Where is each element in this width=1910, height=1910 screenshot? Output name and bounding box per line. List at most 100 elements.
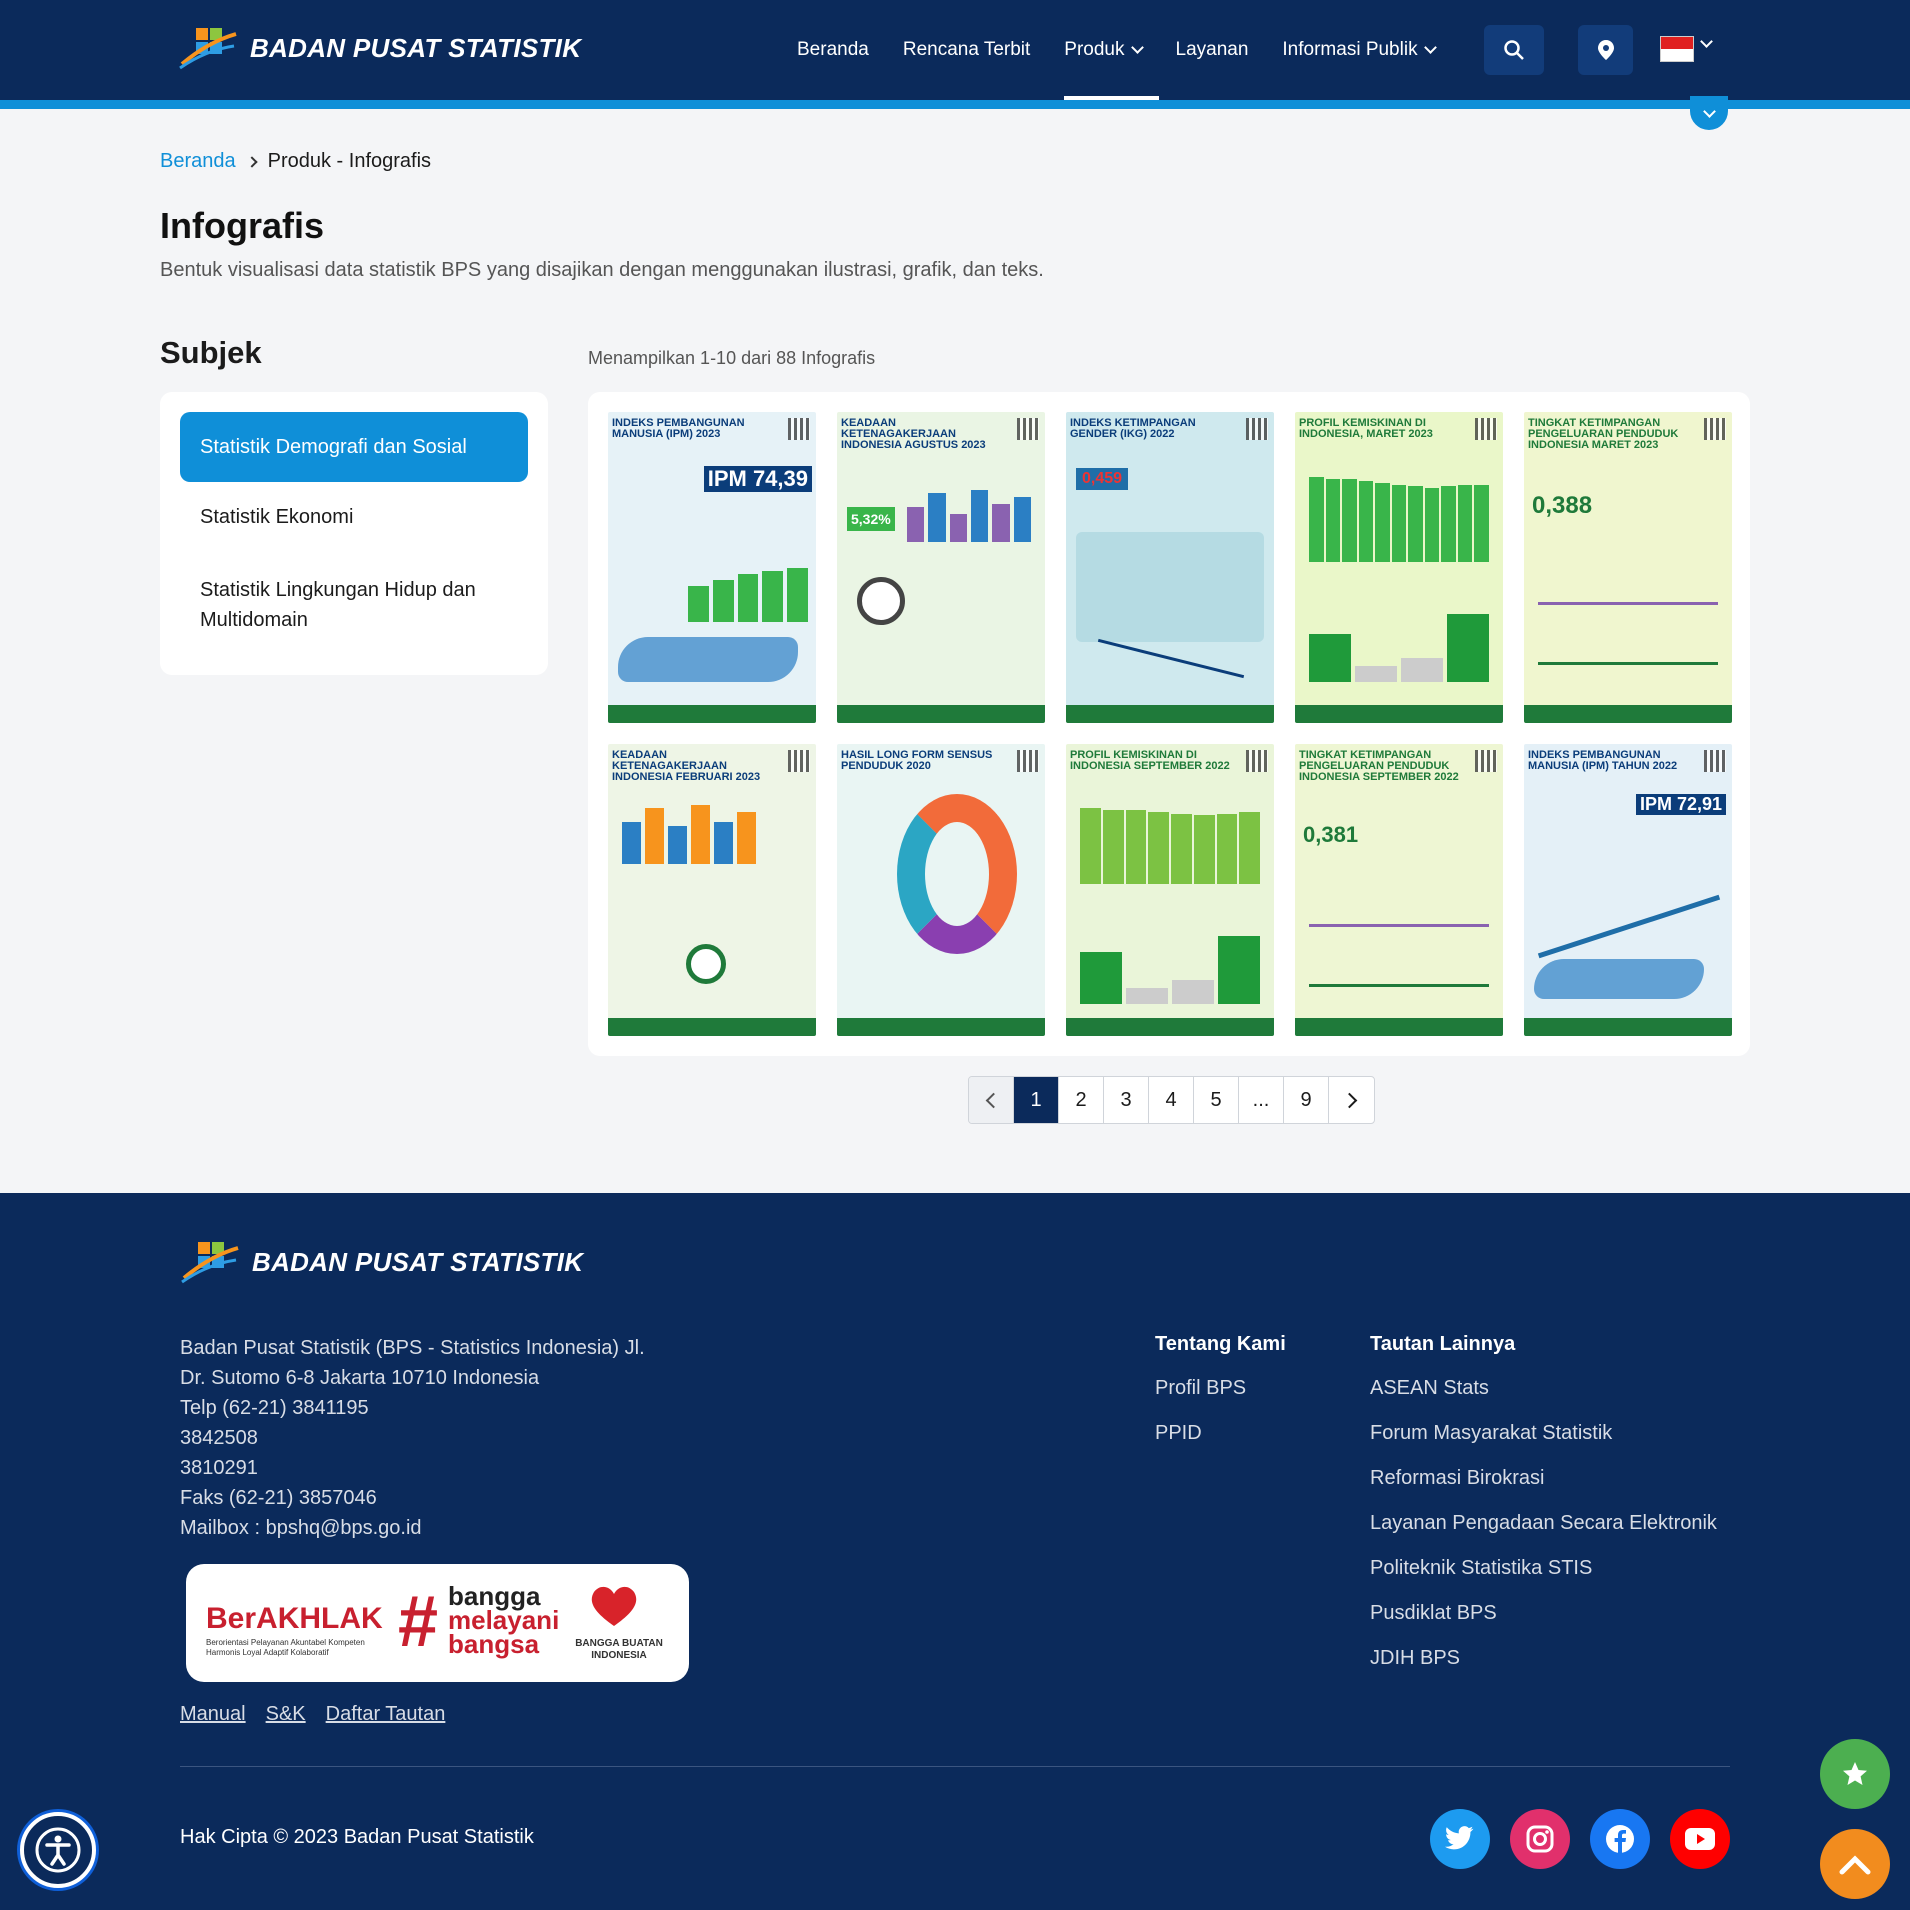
footer-link[interactable]: JDIH BPS: [1370, 1646, 1717, 1671]
scroll-to-top-button[interactable]: [1820, 1829, 1890, 1899]
footer-col-tautan: Tautan Lainnya ASEAN Stats Forum Masyara…: [1370, 1333, 1717, 1691]
infografis-bars: [1080, 804, 1260, 884]
infografis-card[interactable]: Profil Kemiskinan di Indonesia September…: [1066, 744, 1274, 1036]
footer-links: Manual S&K Daftar Tautan: [180, 1703, 445, 1726]
infografis-bars: [1309, 472, 1490, 562]
twitter-button[interactable]: [1430, 1809, 1490, 1869]
search-button[interactable]: [1484, 25, 1544, 75]
infografis-card[interactable]: Indeks Pembangunan Manusia (IPM) 2023 IP…: [608, 412, 816, 723]
search-icon: [1504, 40, 1524, 60]
pagination-page[interactable]: 3: [1104, 1077, 1149, 1123]
location-button[interactable]: [1578, 25, 1633, 75]
fax-line: Faks (62-21) 3857046: [180, 1487, 377, 1509]
instagram-button[interactable]: [1510, 1809, 1570, 1869]
breadcrumb-home-link[interactable]: Beranda: [160, 150, 236, 173]
subjek-item-ekonomi[interactable]: Statistik Ekonomi: [180, 506, 528, 529]
footer-link[interactable]: Pusdiklat BPS: [1370, 1601, 1717, 1626]
infografis-card[interactable]: Tingkat Ketimpangan Pengeluaran Penduduk…: [1295, 744, 1503, 1036]
subjek-label: Statistik Demografi dan Sosial: [200, 435, 467, 458]
infografis-bars: [622, 794, 756, 864]
berakhlak-badge: BerAKHLAK Berorientasi Pelayanan Akuntab…: [186, 1564, 689, 1682]
infografis-footer: [837, 705, 1045, 723]
map-shape: [1534, 959, 1704, 999]
pagination-page[interactable]: 5: [1194, 1077, 1239, 1123]
subjek-item-demografi-sosial[interactable]: Statistik Demografi dan Sosial: [180, 412, 528, 482]
footer-link[interactable]: ASEAN Stats: [1370, 1376, 1717, 1401]
clock-icon: [686, 944, 726, 984]
infografis-card[interactable]: Tingkat Ketimpangan Pengeluaran Penduduk…: [1524, 412, 1732, 723]
instagram-icon: [1526, 1825, 1554, 1853]
infografis-bars: [907, 472, 1031, 542]
accessibility-button[interactable]: [20, 1812, 96, 1888]
nav-label: Layanan: [1175, 39, 1249, 60]
language-chevron-down-icon[interactable]: [1700, 35, 1713, 48]
qr-code-icon: [1246, 418, 1268, 440]
footer-link-daftar-tautan[interactable]: Daftar Tautan: [326, 1703, 446, 1726]
infografis-card[interactable]: Profil Kemiskinan di Indonesia, Maret 20…: [1295, 412, 1503, 723]
infografis-value: 0,459: [1076, 468, 1129, 490]
nav-layanan[interactable]: Layanan: [1159, 0, 1266, 100]
qr-code-icon: [1704, 418, 1726, 440]
nav-beranda[interactable]: Beranda: [780, 0, 886, 100]
infografis-title: Indeks Ketimpangan Gender (IKG) 2022: [1070, 417, 1196, 440]
nav-produk[interactable]: Produk: [1047, 0, 1159, 100]
site-footer: BADAN PUSAT STATISTIK Badan Pusat Statis…: [0, 1193, 1910, 1910]
infografis-footer: [1524, 705, 1732, 723]
footer-link[interactable]: Layanan Pengadaan Secara Elektronik: [1370, 1511, 1717, 1536]
nav-label: Beranda: [797, 39, 869, 60]
infografis-card[interactable]: Keadaan Ketenagakerjaan Indonesia Agustu…: [837, 412, 1045, 723]
twitter-icon: [1445, 1826, 1474, 1850]
infografis-card[interactable]: Keadaan Ketenagakerjaan Indonesia Februa…: [608, 744, 816, 1036]
berakhlak-logo: BerAKHLAK: [206, 1602, 383, 1635]
footer-logo[interactable]: BADAN PUSAT STATISTIK: [180, 1238, 583, 1286]
star-icon: [1843, 1762, 1867, 1785]
footer-link[interactable]: Politeknik Statistika STIS: [1370, 1556, 1717, 1581]
bps-logo-icon: [179, 28, 237, 70]
subjek-item-lingkungan-hidup[interactable]: Statistik Lingkungan Hidup dan Multidoma…: [180, 575, 528, 635]
pagination-page[interactable]: 2: [1059, 1077, 1104, 1123]
pagination-page[interactable]: 9: [1284, 1077, 1329, 1123]
youtube-button[interactable]: [1670, 1809, 1730, 1869]
footer-link[interactable]: Profil BPS: [1155, 1376, 1286, 1401]
copyright-text: Hak Cipta © 2023 Badan Pusat Statistik: [180, 1826, 534, 1848]
trend-line: [1538, 602, 1718, 605]
facebook-icon: [1606, 1825, 1634, 1853]
illustration-block: [1076, 532, 1264, 642]
trend-line: [1309, 984, 1489, 987]
infografis-value: IPM 72,91: [1635, 794, 1726, 815]
infografis-card[interactable]: Indeks Ketimpangan Gender (IKG) 2022 0,4…: [1066, 412, 1274, 723]
nav-rencana-terbit[interactable]: Rencana Terbit: [886, 0, 1047, 100]
address-line: Badan Pusat Statistik (BPS - Statistics …: [180, 1337, 645, 1359]
phone-line: 3842508: [180, 1427, 258, 1449]
qr-code-icon: [1017, 418, 1039, 440]
expand-header-button[interactable]: [1690, 96, 1728, 130]
nav-informasi-publik[interactable]: Informasi Publik: [1265, 0, 1451, 100]
qr-code-icon: [1704, 750, 1726, 772]
infografis-title: Profil Kemiskinan di Indonesia September…: [1070, 749, 1230, 772]
footer-link[interactable]: Forum Masyarakat Statistik: [1370, 1421, 1717, 1446]
heart-icon: [591, 1586, 637, 1626]
facebook-button[interactable]: [1590, 1809, 1650, 1869]
footer-link-manual[interactable]: Manual: [180, 1703, 246, 1726]
pagination-next-button[interactable]: [1329, 1077, 1374, 1123]
footer-link[interactable]: PPID: [1155, 1421, 1286, 1446]
bps-logo[interactable]: BADAN PUSAT STATISTIK: [178, 24, 581, 72]
infografis-bars: [1080, 924, 1260, 1004]
nav-label: Rencana Terbit: [902, 39, 1031, 60]
mailbox-line: Mailbox : bpshq@bps.go.id: [180, 1517, 422, 1539]
infografis-card[interactable]: Hasil Long Form Sensus Penduduk 2020: [837, 744, 1045, 1036]
infografis-bars: [1309, 602, 1489, 682]
tag-line: bangsa: [448, 1629, 540, 1659]
infografis-title: Keadaan Ketenagakerjaan Indonesia Agustu…: [841, 417, 986, 451]
favorite-float-button[interactable]: [1820, 1739, 1890, 1809]
pagination-prev-button[interactable]: [969, 1077, 1014, 1123]
footer-col-title: Tentang Kami: [1155, 1333, 1286, 1355]
footer-link[interactable]: Reformasi Birokrasi: [1370, 1466, 1717, 1491]
pagination-page[interactable]: 4: [1149, 1077, 1194, 1123]
infografis-card[interactable]: Indeks Pembangunan Manusia (IPM) Tahun 2…: [1524, 744, 1732, 1036]
pagination-page[interactable]: 1: [1014, 1077, 1059, 1123]
indonesia-flag-icon[interactable]: [1660, 36, 1694, 62]
youtube-icon: [1685, 1828, 1715, 1850]
footer-link-sk[interactable]: S&K: [266, 1703, 306, 1726]
infografis-value: 0,381: [1303, 822, 1359, 847]
